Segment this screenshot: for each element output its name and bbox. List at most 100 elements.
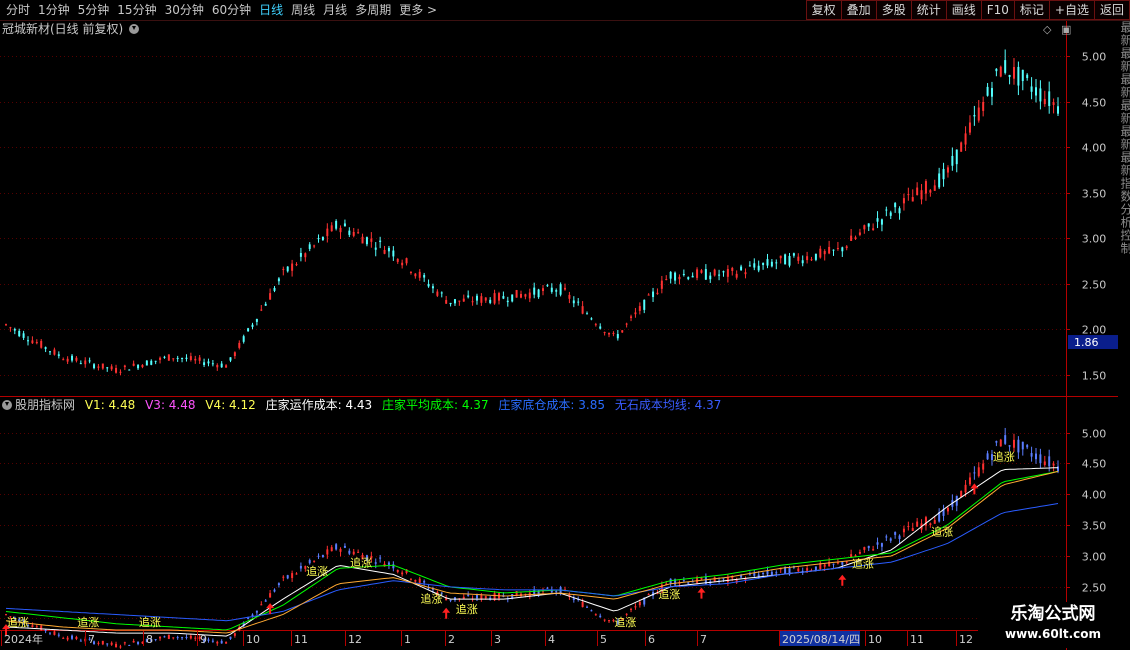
- diamond-icon[interactable]: ◇: [1043, 23, 1051, 36]
- indicator-candle-body: [462, 596, 465, 599]
- candle-body: [519, 293, 522, 298]
- candle-body: [401, 262, 404, 266]
- indicator-candle-body: [845, 561, 848, 563]
- chase-rise-label: 追涨: [852, 557, 874, 571]
- candle-body: [251, 324, 254, 327]
- candle-body: [308, 244, 311, 249]
- candle-body: [643, 299, 646, 310]
- indicator-candle-body: [330, 547, 333, 552]
- time-axis-label: 8: [146, 633, 153, 646]
- candle-body: [348, 230, 351, 235]
- candle-body: [762, 262, 765, 266]
- candle-body: [933, 185, 936, 191]
- chase-rise-label: 追涨: [658, 587, 680, 601]
- indicator-candle-body: [885, 536, 888, 538]
- candle-body: [960, 142, 963, 152]
- indicator-base-cost: 庄家底仓成本: 3.85: [498, 398, 605, 412]
- candle-body: [731, 267, 734, 271]
- time-axis-label: 6: [648, 633, 655, 646]
- indicator-candle-body: [123, 642, 126, 644]
- candle-body: [480, 296, 483, 303]
- candle-body: [863, 225, 866, 230]
- indicator-candle-body: [181, 637, 184, 639]
- indicator-candle-body: [335, 544, 338, 550]
- indicator-candle-body: [295, 573, 298, 575]
- candle-body: [379, 240, 382, 242]
- candle-body: [634, 312, 637, 315]
- candle-body: [691, 275, 694, 278]
- candle-body: [757, 265, 760, 271]
- candle-body: [665, 279, 668, 281]
- candle-body: [713, 269, 716, 276]
- candle-body: [946, 167, 949, 173]
- candle-body: [872, 228, 875, 231]
- indicator-candle-body: [251, 614, 254, 617]
- candle-body: [704, 269, 707, 280]
- candle-body: [489, 299, 492, 303]
- candle-body: [876, 218, 879, 222]
- candle-body: [185, 357, 188, 359]
- candle-body: [766, 259, 769, 266]
- candle-body: [902, 198, 905, 204]
- indicator-candle-body: [775, 572, 778, 574]
- chart-title-bar: 冠城新材(日线 前复权): [2, 21, 140, 37]
- candle-body: [357, 232, 360, 234]
- indicator-candle-body: [317, 555, 320, 557]
- buy-arrow-icon: [970, 483, 979, 495]
- indicator-candle-body: [110, 642, 113, 645]
- candle-body: [797, 256, 800, 261]
- candle-body: [810, 259, 813, 261]
- chevron-down-icon[interactable]: [2, 399, 12, 410]
- indicator-candle-body: [115, 643, 118, 648]
- candle-body: [88, 360, 91, 362]
- candle-body: [9, 327, 12, 329]
- candle-body: [458, 300, 461, 302]
- candle-body: [524, 294, 527, 297]
- candle-body: [832, 249, 835, 251]
- candle-body: [559, 284, 562, 295]
- candle-body: [405, 258, 408, 264]
- candle-body: [586, 313, 589, 315]
- indicator-candle-body: [982, 463, 985, 470]
- indicator-candle-body: [555, 591, 558, 593]
- indicator-candle-body: [409, 578, 412, 580]
- window-icon[interactable]: ▣: [1061, 23, 1071, 36]
- candle-body: [564, 287, 567, 290]
- candle-body: [449, 302, 452, 305]
- candle-body: [145, 360, 148, 366]
- kline-chart[interactable]: 5.00 4.50 4.00 3.50 3.00 2.50 2.00 1.50 5.00 4.50…: [0, 0, 1130, 650]
- candle-body: [674, 272, 677, 281]
- candle-body: [968, 122, 971, 133]
- indicator-candle-body: [225, 642, 228, 644]
- candle-body: [625, 323, 628, 325]
- indicator-candle-body: [995, 441, 998, 443]
- candle-body: [150, 360, 153, 365]
- indicator-candle-body: [467, 594, 470, 596]
- indicator-candle-body: [594, 614, 597, 616]
- candle-body: [678, 276, 681, 280]
- candle-body: [916, 187, 919, 195]
- candle-body: [189, 356, 192, 360]
- candle-body: [696, 269, 699, 278]
- chevron-down-icon[interactable]: [129, 23, 140, 34]
- chase-rise-label: 追涨: [931, 524, 953, 538]
- indicator-candle-body: [946, 507, 949, 512]
- buy-arrow-icon: [442, 607, 451, 619]
- candle-body: [79, 363, 82, 365]
- time-axis-label: 9: [200, 633, 207, 646]
- candle-body: [313, 245, 316, 247]
- candle-body: [299, 253, 302, 257]
- indicator-candle-body: [832, 563, 835, 565]
- candle-body: [247, 328, 250, 332]
- indicator-title-bar: 股朋指标网 V1: 4.48 V3: 4.48 V4: 4.12 庄家运作成本:…: [2, 397, 727, 413]
- candle-body: [326, 228, 329, 237]
- indicator-candle-body: [176, 637, 179, 639]
- candle-body: [163, 356, 166, 358]
- candle-body: [115, 368, 118, 373]
- candle-body: [75, 357, 78, 361]
- indicator-name: 股朋指标网: [15, 398, 76, 412]
- chase-rise-label: 追涨: [456, 602, 478, 616]
- candle-body: [599, 326, 602, 329]
- indicator-candle-body: [128, 644, 131, 646]
- candle-body: [383, 249, 386, 254]
